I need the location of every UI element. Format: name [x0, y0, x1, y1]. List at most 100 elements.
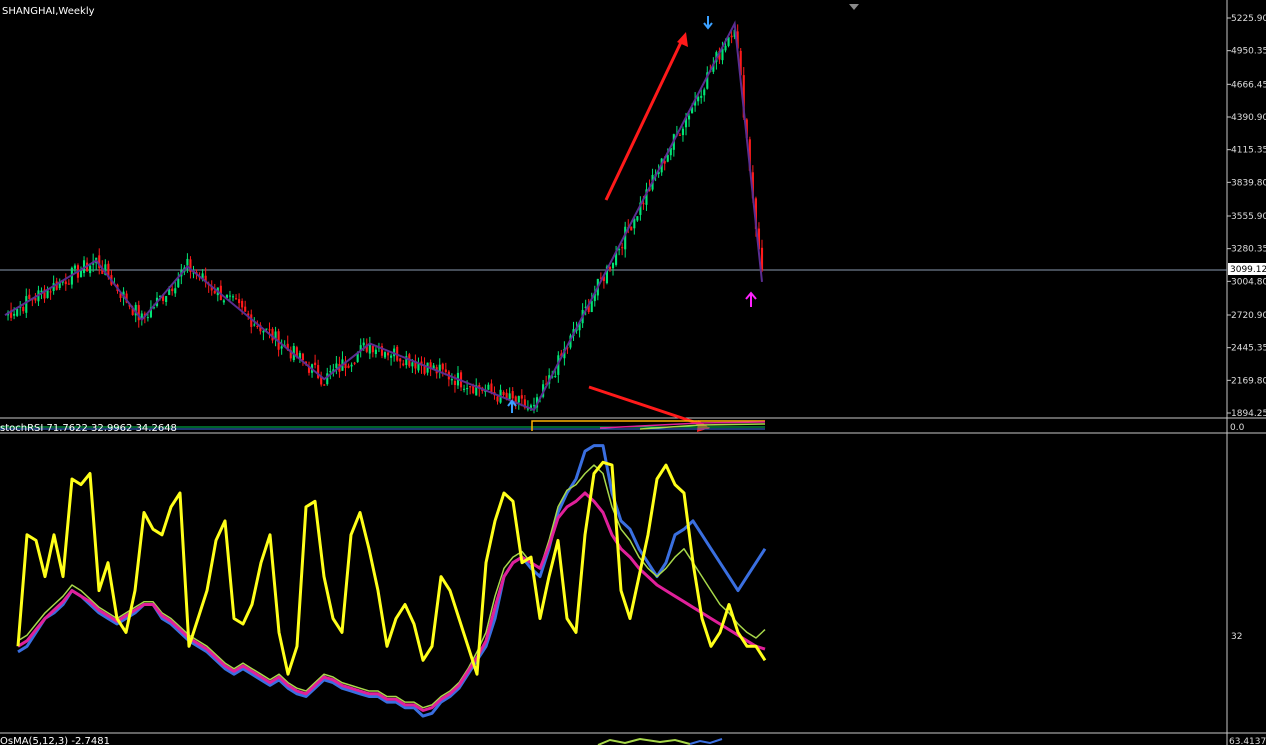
candle-body: [463, 388, 466, 390]
candle-body: [724, 45, 727, 51]
candle-body: [13, 313, 16, 316]
candle-body: [703, 89, 706, 96]
candle-body: [314, 362, 317, 366]
candle-body: [335, 363, 338, 369]
candle-body: [681, 128, 685, 136]
candle-body: [171, 288, 174, 292]
candle-body: [417, 363, 420, 371]
candle-body: [642, 203, 645, 205]
candle-body: [25, 296, 28, 313]
candle-body: [174, 288, 177, 294]
candle-body: [402, 363, 405, 366]
candle-body: [517, 396, 520, 403]
stoch-scale-label: 32: [1231, 632, 1242, 642]
candle-body: [165, 295, 168, 303]
candle-body: [511, 391, 514, 399]
candle-body: [64, 281, 67, 285]
candle-body: [390, 355, 393, 358]
price-tick-label: 5225.90: [1231, 14, 1266, 24]
current-price-tag: 3099.12: [1228, 263, 1266, 275]
candle-body: [317, 365, 320, 379]
price-tick-label: 3280.35: [1231, 245, 1266, 255]
candle-body: [280, 346, 283, 349]
candle-body: [329, 371, 332, 373]
candle-body: [387, 352, 390, 356]
candle-body: [469, 386, 472, 388]
candle-body: [67, 283, 70, 285]
candle-body: [89, 265, 92, 274]
candle-body: [73, 265, 76, 269]
candle-body: [621, 247, 624, 249]
candle-body: [241, 300, 244, 308]
candle-body: [301, 353, 304, 361]
candle-body: [636, 216, 639, 221]
chart-canvas: SHANGHAI,Weekly 5225.90 4950.35 4666.45 439…: [0, 0, 1266, 745]
candle-body: [177, 278, 180, 288]
svg-text:0.0: 0.0: [1230, 423, 1245, 433]
candle-body: [268, 329, 271, 331]
candle-body: [450, 379, 453, 381]
candle-body: [611, 262, 615, 269]
price-tick-label: 4950.35: [1231, 47, 1266, 57]
candle-body: [228, 295, 232, 297]
candle-body: [590, 300, 593, 312]
price-tick-label: 3839.80: [1231, 178, 1266, 188]
candle-body: [49, 291, 52, 293]
price-tick-label: 2445.35: [1231, 344, 1266, 354]
candle-body: [624, 226, 627, 250]
price-tick-label: 3555.90: [1231, 212, 1266, 222]
candle-body: [399, 358, 402, 362]
candle-body: [28, 294, 31, 300]
candle-body: [466, 388, 469, 390]
candle-body: [444, 369, 447, 372]
candle-body: [374, 349, 377, 355]
price-tick-label: 3004.80: [1231, 277, 1266, 287]
osma-scale-label: 63.4137: [1229, 737, 1266, 745]
candle-body: [411, 362, 414, 367]
price-tick-label: 4115.35: [1231, 146, 1266, 156]
candle-body: [253, 324, 256, 326]
candle-body: [496, 396, 499, 402]
candle-body: [630, 226, 633, 231]
candle-body: [687, 115, 691, 120]
candle-body: [146, 317, 149, 319]
candle-body: [520, 395, 523, 399]
candle-body: [502, 392, 505, 395]
candle-body: [265, 328, 268, 330]
candle-body: [554, 376, 557, 378]
candle-body: [222, 300, 225, 303]
candle-body: [383, 352, 387, 358]
candle-body: [16, 308, 19, 316]
price-tick-label: 4390.90: [1231, 113, 1266, 123]
candle-body: [347, 365, 350, 368]
candle-body: [371, 346, 374, 353]
price-tick-label: 4666.45: [1231, 80, 1266, 90]
candle-body: [508, 393, 511, 400]
price-tick-label: 1894.25: [1231, 409, 1266, 419]
osma-indicator-label: OsMA(5,12,3) -2.7481: [0, 736, 110, 745]
candle-body: [234, 298, 238, 300]
candle-body: [700, 95, 703, 98]
candle-body: [256, 326, 259, 328]
candle-body: [323, 384, 326, 386]
stoch-indicator-label: stochRSI 71.7622 32.9962 34.2648: [0, 423, 177, 434]
candle-body: [730, 35, 733, 38]
price-tick-label: 2720.90: [1231, 311, 1266, 321]
candle-body: [350, 364, 353, 367]
candle-body: [244, 306, 247, 312]
candle-body: [186, 258, 189, 266]
candle-body: [453, 380, 457, 385]
current-price-label: 3099.12: [1230, 265, 1266, 275]
candle-body: [490, 383, 493, 393]
candle-body: [441, 363, 444, 370]
candle-body: [79, 270, 83, 278]
candle-body: [231, 296, 235, 298]
candle-body: [353, 362, 356, 364]
candle-body: [238, 299, 241, 304]
candle-body: [262, 330, 265, 333]
price-tick-label: 2169.80: [1231, 376, 1266, 386]
candle-body: [362, 342, 365, 346]
candle-body: [213, 290, 216, 294]
candle-body: [532, 405, 536, 407]
candle-body: [678, 134, 681, 136]
